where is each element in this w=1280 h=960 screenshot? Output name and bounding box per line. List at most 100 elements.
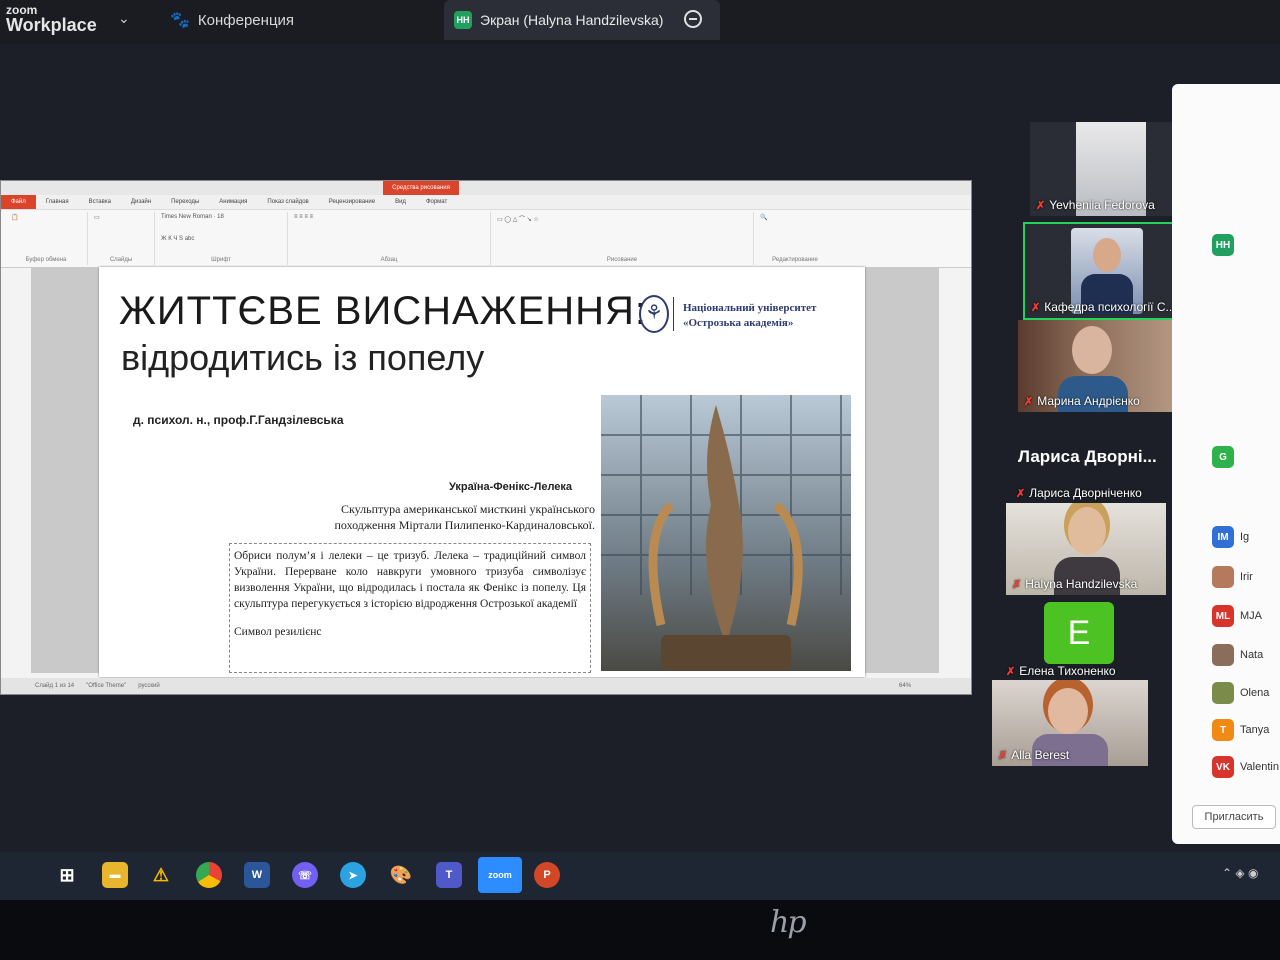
ppt-tab-animation[interactable]: Анимация: [209, 199, 257, 205]
drive-app-icon[interactable]: ⚠: [148, 862, 174, 888]
status-language: русский: [138, 683, 160, 689]
viber-icon[interactable]: ☏: [292, 862, 318, 888]
ppt-tab-view[interactable]: Вид: [385, 199, 416, 205]
participant-row[interactable]: VK Valentin: [1212, 756, 1279, 778]
word-icon[interactable]: W: [244, 862, 270, 888]
ppt-tab-design[interactable]: Дизайн: [121, 199, 161, 205]
zoom-taskbar-icon[interactable]: zoom: [478, 857, 522, 893]
ppt-tab-review[interactable]: Рецензирование: [319, 199, 385, 205]
participant-avatar: ML: [1212, 605, 1234, 627]
sculpture-image: [601, 395, 851, 671]
paw-icon: 🐾: [170, 12, 190, 29]
teams-icon[interactable]: T: [436, 862, 462, 888]
chevron-down-icon[interactable]: ⌄: [118, 10, 130, 27]
windows-start-icon[interactable]: ⊞: [54, 862, 80, 888]
ribbon-group-font: Times New Roman · 18 Ж К Ч S abc Шрифт: [155, 212, 288, 265]
powerpoint-icon[interactable]: P: [534, 862, 560, 888]
participant-row[interactable]: Nata: [1212, 644, 1263, 666]
font-format-icons[interactable]: Ж К Ч S abc: [161, 236, 281, 242]
ribbon-group-label: Шрифт: [211, 257, 231, 263]
logo-divider: [673, 297, 674, 331]
ppt-tab-home[interactable]: Главная: [36, 199, 79, 205]
new-slide-icon[interactable]: ▭: [94, 214, 148, 221]
chrome-icon[interactable]: [196, 862, 222, 888]
sculpture-caption[interactable]: Скульптура американської мисткині україн…: [289, 501, 595, 533]
slide-title-line2[interactable]: відродитись із попелу: [121, 337, 484, 379]
ribbon-group-drawing: ▭ ◯ △ ⌒ ↘ ☆ Рисование: [491, 212, 754, 265]
status-zoom[interactable]: 64%: [899, 683, 911, 689]
telegram-icon[interactable]: ➤: [340, 862, 366, 888]
status-theme: "Office Theme": [86, 683, 127, 689]
windows-taskbar: [0, 852, 1280, 900]
slide: ЖИТТЄВЕ ВИСНАЖЕННЯ: відродитись із попел…: [99, 267, 865, 677]
name-strip[interactable]: ✗ Лариса Дворніченко: [1010, 478, 1170, 504]
participant-row-name: Tanya: [1240, 724, 1270, 736]
participant-row[interactable]: Olena: [1212, 682, 1269, 704]
video-tile[interactable]: ✗ Halyna Handzilevska: [1006, 503, 1166, 595]
participant-row-name: Nata: [1240, 649, 1264, 661]
mic-muted-icon: ✗: [1006, 665, 1016, 678]
slide-title-line1[interactable]: ЖИТТЄВЕ ВИСНАЖЕННЯ:: [119, 289, 647, 334]
participant-row[interactable]: Irir: [1212, 566, 1253, 588]
invite-button[interactable]: Пригласить: [1192, 805, 1276, 829]
selected-textbox[interactable]: Обриси полум’я і лелеки – це тризуб. Лел…: [229, 543, 591, 673]
ribbon-group-clipboard: 📋 Буфер обмена: [5, 212, 88, 265]
ppt-tab-format[interactable]: Формат: [416, 199, 457, 205]
mic-muted-icon: ✗: [1012, 578, 1022, 591]
participant-row[interactable]: ML MJA: [1212, 605, 1262, 627]
participant-avatar: IM: [1212, 526, 1234, 548]
paragraph-icons[interactable]: ≡ ≡ ≡ ≡: [294, 214, 484, 220]
mic-muted-icon: ✗: [1031, 301, 1041, 314]
ppt-ribbon: 📋 Буфер обмена ▭ Слайды Times New Roman …: [1, 210, 971, 268]
participant-avatar: G: [1212, 446, 1234, 468]
participant-row-name: MJA: [1240, 610, 1262, 622]
ppt-tab-insert[interactable]: Вставка: [79, 199, 121, 205]
participant-row[interactable]: IM Ig: [1212, 526, 1249, 548]
laptop-bezel: [0, 900, 1280, 960]
ppt-tab-transitions[interactable]: Переходы: [161, 199, 209, 205]
university-emblem-icon: ⚘: [639, 295, 669, 333]
meeting-button[interactable]: 🐾 Конференция: [170, 10, 294, 30]
presenter-avatar: HH: [454, 11, 472, 29]
ribbon-group-label: Рисование: [606, 257, 638, 263]
tile-name-label: ✗ Halyna Handzilevska: [1012, 577, 1137, 591]
sculpture-title[interactable]: Україна-Фенікс-Лелека: [449, 481, 572, 493]
participant-name: Halyna Handzilevska: [1025, 577, 1138, 591]
system-tray-icons[interactable]: ⌃ ◈ ◉: [1222, 866, 1258, 880]
tile-name-label: ✗ Елена Тихоненко: [1006, 664, 1116, 678]
video-tile-active-speaker[interactable]: ✗ Кафедра психології С...: [1023, 222, 1191, 320]
participant-row[interactable]: HH: [1212, 234, 1240, 256]
ppt-tab-file[interactable]: Файл: [1, 195, 36, 209]
tile-name-label: ✗ Yevheniia Fedorova: [1036, 198, 1155, 212]
ppt-status-bar: Слайд 1 из 14 "Office Theme" русский 64%: [1, 678, 971, 694]
video-tile[interactable]: ✗ Alla Berest: [992, 680, 1148, 766]
university-name-line1: Національний університет: [683, 302, 817, 314]
slide-author[interactable]: д. психол. н., проф.Г.Гандзілевська: [133, 413, 344, 427]
mic-muted-icon: ✗: [1016, 487, 1026, 500]
ribbon-group-slides: ▭ Слайды: [88, 212, 155, 265]
stop-share-icon[interactable]: [684, 10, 702, 28]
ppt-tab-slideshow[interactable]: Показ слайдов: [257, 199, 318, 205]
name-strip[interactable]: ✗ Елена Тихоненко: [1000, 660, 1160, 682]
paint-icon[interactable]: 🎨: [388, 862, 414, 888]
video-tile[interactable]: ✗ Марина Андрієнко: [1018, 320, 1178, 412]
zoom-top-bar: zoom Workplace ⌄ 🐾 Конференция HH Экран …: [0, 0, 1280, 44]
participant-row-name: Irir: [1240, 571, 1253, 583]
participant-avatar-initial: E: [1044, 602, 1114, 664]
shapes-icons[interactable]: ▭ ◯ △ ⌒ ↘ ☆: [497, 214, 747, 223]
university-name-line2: «Острозька академія»: [683, 317, 794, 329]
find-icon[interactable]: 🔍: [760, 214, 830, 221]
participant-row[interactable]: G: [1212, 446, 1240, 468]
file-explorer-icon[interactable]: ▬: [102, 862, 128, 888]
participant-name: Alla Berest: [1011, 748, 1070, 762]
zoom-logo-line2: Workplace: [6, 15, 97, 35]
font-selector[interactable]: Times New Roman · 18: [161, 214, 281, 220]
screen-share-tab[interactable]: HH Экран (Halyna Handzilevska): [444, 0, 720, 40]
ribbon-group-editing: 🔍 Редактирование: [754, 212, 836, 265]
participant-row[interactable]: T Tanya: [1212, 719, 1269, 741]
ppt-ribbon-tabs: Файл Главная Вставка Дизайн Переходы Ани…: [1, 195, 971, 210]
video-tile[interactable]: ✗ Yevheniia Fedorova: [1030, 122, 1188, 216]
participant-name: Лариса Дворніченко: [1029, 486, 1142, 500]
sculpture-photo: [601, 395, 851, 671]
paste-icon[interactable]: 📋: [11, 214, 81, 221]
